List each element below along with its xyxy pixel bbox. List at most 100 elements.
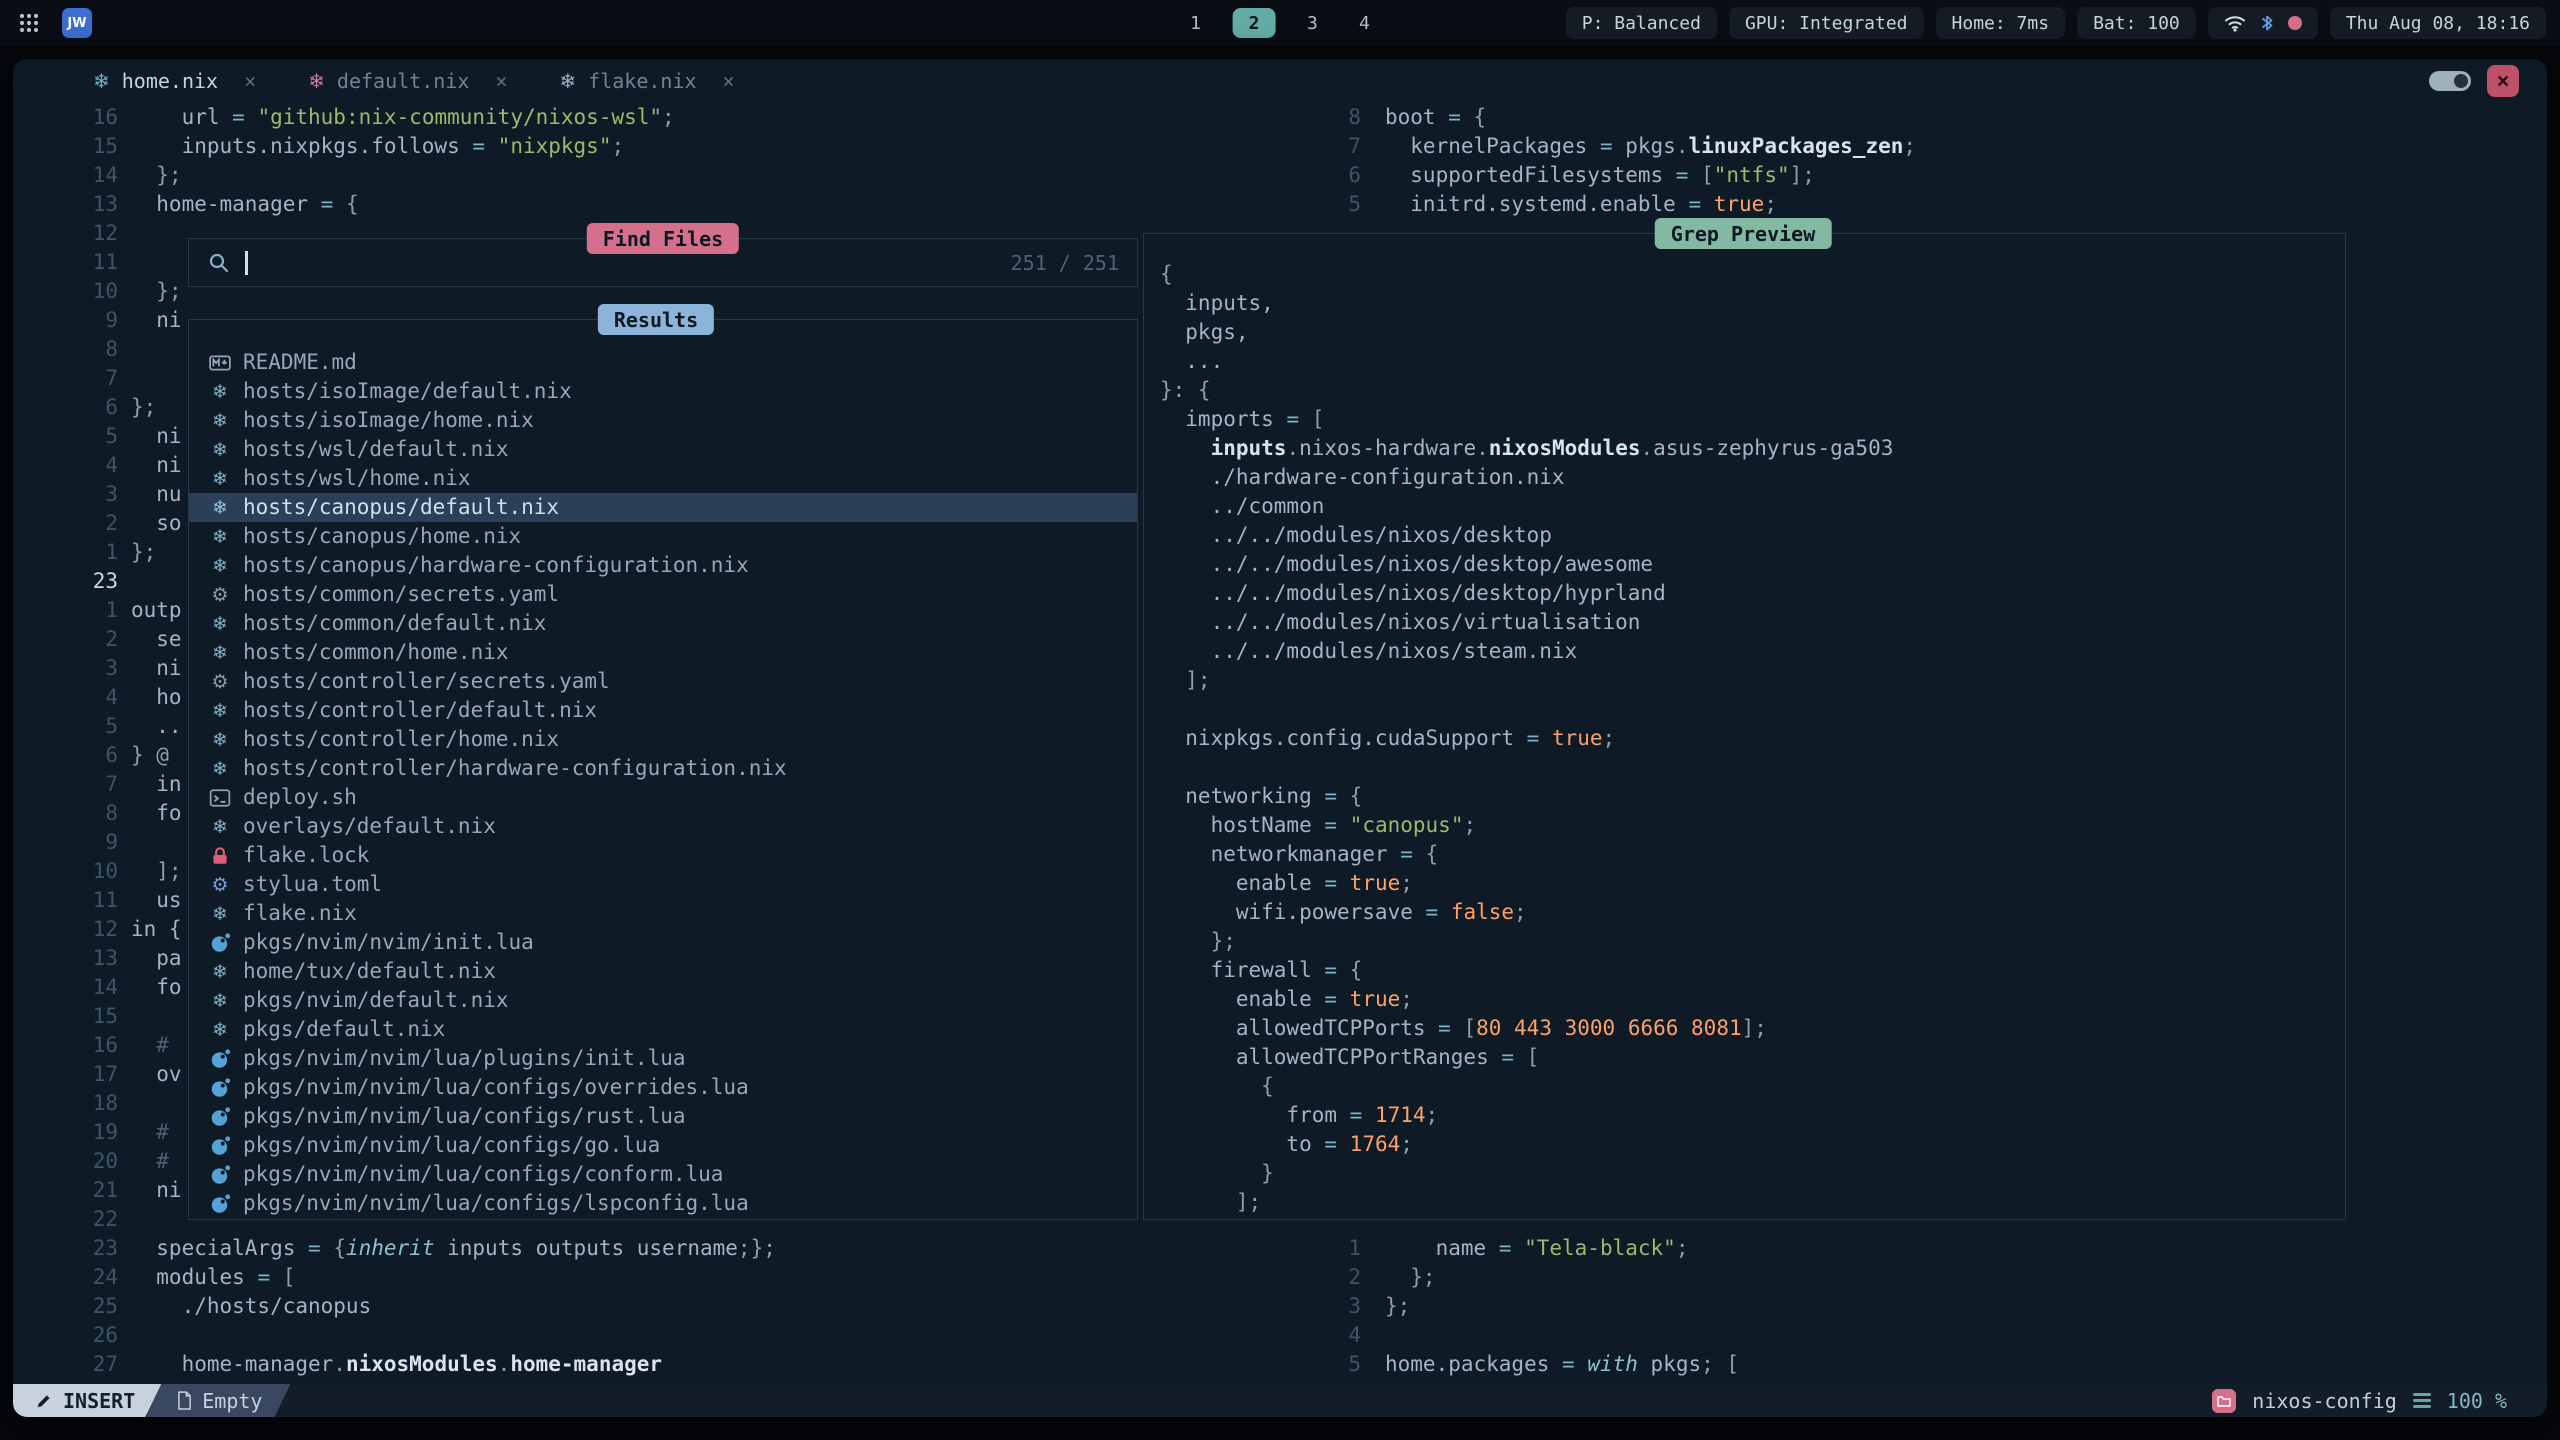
code-line: 5 .. (13, 712, 182, 741)
preview-line: ../../modules/nixos/steam.nix (1160, 637, 2345, 666)
line-number: 13 (13, 190, 118, 219)
result-item[interactable]: pkgs/nvim/nvim/lua/plugins/init.lua (189, 1044, 1137, 1073)
result-item[interactable]: ⚙hosts/common/secrets.yaml (189, 580, 1137, 609)
result-item[interactable]: deploy.sh (189, 783, 1137, 812)
line-number: 12 (13, 915, 118, 944)
systray[interactable] (2208, 7, 2318, 39)
line-number: 22 (13, 1205, 118, 1234)
result-item[interactable]: ❄overlays/default.nix (189, 812, 1137, 841)
code-line: 11 us (13, 886, 182, 915)
line-number: 3 (1253, 1292, 1361, 1321)
result-label: stylua.toml (243, 870, 382, 899)
preview-line: ]; (1160, 1188, 2345, 1217)
status-pill[interactable]: GPU: Integrated (1729, 7, 1924, 39)
result-item[interactable]: ⚙hosts/controller/secrets.yaml (189, 667, 1137, 696)
workspace-button-2[interactable]: 2 (1233, 8, 1276, 38)
lua-icon (209, 1193, 231, 1215)
preview-line: { (1160, 1072, 2345, 1101)
result-item[interactable]: ❄hosts/controller/home.nix (189, 725, 1137, 754)
result-item[interactable]: ❄pkgs/nvim/default.nix (189, 986, 1137, 1015)
result-item[interactable]: ❄hosts/wsl/default.nix (189, 435, 1137, 464)
repo-name: nixos-config (2252, 1389, 2397, 1413)
line-number: 21 (13, 1176, 118, 1205)
result-item[interactable]: README.md (189, 348, 1137, 377)
result-item[interactable]: ⚙ stylua.toml (189, 870, 1137, 899)
line-number: 5 (1253, 1350, 1361, 1379)
workspace-button-3[interactable]: 3 (1297, 8, 1327, 38)
clock[interactable]: Thu Aug 08, 18:16 (2330, 7, 2546, 39)
result-item[interactable]: ❄hosts/isoImage/default.nix (189, 377, 1137, 406)
toml-icon: ⚙ (209, 874, 231, 896)
code-line: 12 (13, 219, 131, 248)
result-item[interactable]: ❄hosts/common/home.nix (189, 638, 1137, 667)
line-number: 26 (13, 1321, 118, 1350)
result-label: flake.nix (243, 899, 357, 928)
result-label: pkgs/nvim/nvim/lua/configs/lspconfig.lua (243, 1189, 749, 1218)
result-item[interactable]: ❄hosts/canopus/home.nix (189, 522, 1137, 551)
code-line: 4 (1253, 1321, 1385, 1350)
result-item[interactable]: ❄hosts/isoImage/home.nix (189, 406, 1137, 435)
lua-icon (209, 1135, 231, 1157)
statusline-right: nixos-config 100 % (2212, 1384, 2547, 1417)
status-pill[interactable]: Home: 7ms (1936, 7, 2066, 39)
shell-icon (209, 787, 231, 809)
nix-icon: ❄ (209, 903, 231, 925)
mode-indicator: INSERT (13, 1384, 161, 1417)
result-item[interactable]: ❄hosts/canopus/hardware-configuration.ni… (189, 551, 1137, 580)
lua-icon (209, 1164, 231, 1186)
lua-icon (209, 1077, 231, 1099)
result-item[interactable]: ❄hosts/controller/default.nix (189, 696, 1137, 725)
code-line: 8 (13, 335, 131, 364)
nix-icon: ❄ (209, 758, 231, 780)
buffer-indicator: Empty (147, 1384, 290, 1417)
status-pill[interactable]: Bat: 100 (2077, 7, 2196, 39)
code-line: 19 # (13, 1118, 169, 1147)
preview-line: allowedTCPPortRanges = [ (1160, 1043, 2345, 1072)
lua-icon (209, 1106, 231, 1128)
result-item[interactable]: pkgs/nvim/nvim/lua/configs/go.lua (189, 1131, 1137, 1160)
code-line: 9 (13, 828, 131, 857)
code-line: 5 initrd.systemd.enable = true; (1253, 190, 1777, 219)
result-label: hosts/isoImage/home.nix (243, 406, 534, 435)
result-item[interactable]: ❄ hosts/controller/hardware-configuration… (189, 754, 1137, 783)
result-item[interactable]: pkgs/nvim/nvim/init.lua (189, 928, 1137, 957)
result-label: hosts/controller/secrets.yaml (243, 667, 610, 696)
code-line: 2 }; (1253, 1263, 1436, 1292)
result-item[interactable]: ❄home/tux/default.nix (189, 957, 1137, 986)
preview-line: inputs.nixos-hardware.nixosModules.asus-… (1160, 434, 2345, 463)
results-title: Results (598, 304, 714, 335)
file-icon (177, 1391, 192, 1410)
result-item[interactable]: ❄ flake.nix (189, 899, 1137, 928)
status-pill[interactable]: P: Balanced (1566, 7, 1717, 39)
app-launcher-icon[interactable] (14, 8, 44, 38)
wifi-icon (2224, 14, 2246, 32)
line-number: 3 (13, 654, 118, 683)
result-item[interactable]: ❄hosts/common/default.nix (189, 609, 1137, 638)
logo-badge[interactable]: JW (62, 8, 92, 38)
result-item[interactable]: pkgs/nvim/nvim/lua/configs/lspconfig.lua (189, 1189, 1137, 1218)
result-item[interactable]: pkgs/nvim/nvim/lua/configs/rust.lua (189, 1102, 1137, 1131)
result-item[interactable]: ❄pkgs/default.nix (189, 1015, 1137, 1044)
result-label: hosts/controller/home.nix (243, 725, 559, 754)
text-cursor (245, 251, 248, 275)
preview-line: ../../modules/nixos/virtualisation (1160, 608, 2345, 637)
result-item[interactable]: ❄hosts/wsl/home.nix (189, 464, 1137, 493)
workspace-button-4[interactable]: 4 (1349, 8, 1379, 38)
preview-line: } (1160, 1159, 2345, 1188)
result-label: hosts/controller/hardware-configuration.… (243, 754, 787, 783)
result-item[interactable]: pkgs/nvim/nvim/lua/configs/conform.lua (189, 1160, 1137, 1189)
line-number: 24 (13, 1263, 118, 1292)
result-label: home/tux/default.nix (243, 957, 496, 986)
topbar-right: P: Balanced GPU: Integrated Home: 7ms Bat: … (1566, 7, 2546, 39)
line-number: 4 (13, 451, 118, 480)
system-bar: JW 1234 P: Balanced GPU: Integrated Home: … (0, 0, 2560, 46)
workspace-button-1[interactable]: 1 (1181, 8, 1211, 38)
line-number: 6 (13, 393, 118, 422)
result-item[interactable]: ❄hosts/canopus/default.nix (189, 493, 1137, 522)
logo-text: JW (67, 16, 86, 31)
result-item[interactable]: flake.lock (189, 841, 1137, 870)
preview-line: networkmanager = { (1160, 840, 2345, 869)
preview-line: ]; (1160, 666, 2345, 695)
scroll-percent: 100 % (2447, 1389, 2507, 1413)
result-item[interactable]: pkgs/nvim/nvim/lua/configs/overrides.lua (189, 1073, 1137, 1102)
